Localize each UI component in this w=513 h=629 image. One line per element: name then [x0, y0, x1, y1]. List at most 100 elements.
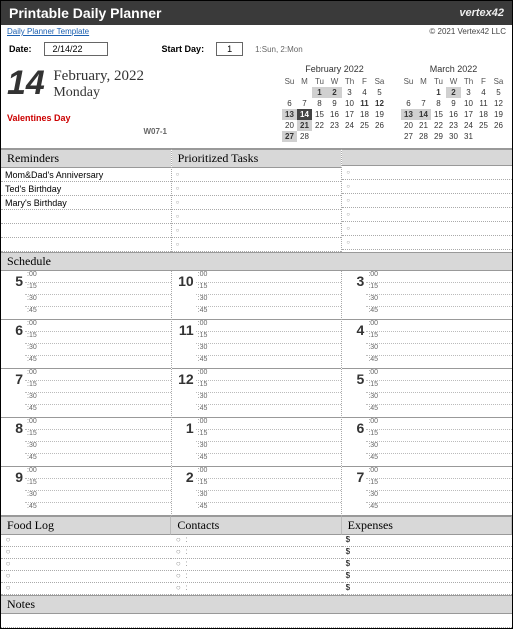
task-row[interactable]: ○	[342, 180, 512, 194]
reminder-row[interactable]	[1, 210, 171, 224]
quarter-row[interactable]: :15	[366, 332, 512, 344]
startday-input[interactable]: 1	[216, 42, 243, 56]
quarter-row[interactable]: :30	[196, 442, 342, 454]
contacts-row[interactable]: ○:	[171, 535, 341, 547]
date-input[interactable]: 2/14/22	[44, 42, 108, 56]
task-row[interactable]: ○	[342, 236, 512, 250]
contacts-row[interactable]: ○:	[171, 583, 341, 595]
food-row[interactable]: ○	[1, 583, 171, 595]
task-row[interactable]: ○	[172, 224, 342, 238]
quarter-row[interactable]: :30	[25, 491, 171, 503]
quarter-row[interactable]: :45	[196, 307, 342, 319]
quarter-row[interactable]: :45	[196, 503, 342, 515]
task-row[interactable]: ○	[172, 210, 342, 224]
quarter-row[interactable]: :15	[25, 283, 171, 295]
expenses-row[interactable]: $	[342, 547, 512, 559]
quarter-row[interactable]: :00	[25, 467, 171, 479]
quarter-row[interactable]: :00	[366, 418, 512, 430]
food-row[interactable]: ○	[1, 559, 171, 571]
quarter-row[interactable]: :15	[25, 430, 171, 442]
notes-area[interactable]	[1, 614, 512, 628]
expenses-row[interactable]: $	[342, 535, 512, 547]
quarter-row[interactable]: :45	[366, 405, 512, 417]
expenses-row[interactable]: $	[342, 571, 512, 583]
task-row[interactable]: ○	[342, 208, 512, 222]
quarter-row[interactable]: :30	[25, 344, 171, 356]
reminder-row[interactable]	[1, 224, 171, 238]
quarter-row[interactable]: :30	[366, 344, 512, 356]
quarter-row[interactable]: :45	[366, 454, 512, 466]
quarter-row[interactable]: :15	[196, 332, 342, 344]
quarter-row[interactable]: :00	[196, 320, 342, 332]
quarter-row[interactable]: :30	[366, 491, 512, 503]
food-row[interactable]: ○	[1, 547, 171, 559]
quarter-row[interactable]: :45	[196, 405, 342, 417]
quarter-row[interactable]: :45	[25, 454, 171, 466]
quarter-row[interactable]: :15	[366, 381, 512, 393]
expenses-row[interactable]: $	[342, 583, 512, 595]
quarter-row[interactable]: :30	[366, 393, 512, 405]
quarter-row[interactable]: :15	[366, 283, 512, 295]
quarter-row[interactable]: :45	[25, 356, 171, 368]
reminder-row[interactable]: Mary's Birthday	[1, 196, 171, 210]
quarter-row[interactable]: :30	[196, 344, 342, 356]
quarter-row[interactable]: :30	[25, 442, 171, 454]
task-row[interactable]: ○	[172, 182, 342, 196]
quarter-row[interactable]: :15	[196, 430, 342, 442]
quarter-row[interactable]: :00	[366, 271, 512, 283]
contacts-row[interactable]: ○:	[171, 571, 341, 583]
quarter-row[interactable]: :00	[366, 320, 512, 332]
quarter-row[interactable]: :45	[25, 503, 171, 515]
contacts-row[interactable]: ○:	[171, 547, 341, 559]
quarter-row[interactable]: :00	[25, 271, 171, 283]
quarter-row[interactable]: :00	[196, 271, 342, 283]
quarter-row[interactable]: :15	[25, 381, 171, 393]
quarter-row[interactable]: :00	[25, 369, 171, 381]
quarter-row[interactable]: :15	[196, 381, 342, 393]
cal-day: 19	[372, 109, 387, 120]
quarter-row[interactable]: :00	[366, 467, 512, 479]
quarter-row[interactable]: :45	[25, 405, 171, 417]
reminder-row[interactable]: Ted's Birthday	[1, 182, 171, 196]
task-row[interactable]: ○	[172, 238, 342, 252]
reminder-row[interactable]: Mom&Dad's Anniversary	[1, 168, 171, 182]
quarter-row[interactable]: :15	[25, 479, 171, 491]
food-row[interactable]: ○	[1, 571, 171, 583]
quarter-row[interactable]: :15	[196, 479, 342, 491]
quarter-row[interactable]: :45	[366, 356, 512, 368]
quarter-row[interactable]: :00	[196, 418, 342, 430]
food-row[interactable]: ○	[1, 535, 171, 547]
quarter-row[interactable]: :30	[196, 393, 342, 405]
expenses-row[interactable]: $	[342, 559, 512, 571]
quarter-row[interactable]: :00	[196, 467, 342, 479]
quarter-row[interactable]: :45	[196, 356, 342, 368]
contacts-row[interactable]: ○:	[171, 559, 341, 571]
quarter-row[interactable]: :00	[196, 369, 342, 381]
task-row[interactable]: ○	[342, 194, 512, 208]
hour-block: 4:00:15:30:45	[342, 320, 512, 369]
startday-hint: 1:Sun, 2:Mon	[255, 45, 303, 54]
task-row[interactable]: ○	[342, 222, 512, 236]
task-row[interactable]: ○	[172, 196, 342, 210]
quarter-row[interactable]: :45	[366, 307, 512, 319]
task-row[interactable]: ○	[342, 166, 512, 180]
quarter-row[interactable]: :30	[196, 491, 342, 503]
quarter-row[interactable]: :30	[196, 295, 342, 307]
quarter-row[interactable]: :00	[25, 320, 171, 332]
template-link[interactable]: Daily Planner Template	[1, 25, 95, 38]
quarter-row[interactable]: :15	[25, 332, 171, 344]
quarter-row[interactable]: :00	[366, 369, 512, 381]
quarter-row[interactable]: :45	[366, 503, 512, 515]
quarter-row[interactable]: :45	[196, 454, 342, 466]
quarter-row[interactable]: :30	[366, 442, 512, 454]
quarter-row[interactable]: :30	[366, 295, 512, 307]
quarter-row[interactable]: :15	[196, 283, 342, 295]
quarter-row[interactable]: :15	[366, 430, 512, 442]
quarter-row[interactable]: :30	[25, 295, 171, 307]
reminder-row[interactable]	[1, 238, 171, 252]
task-row[interactable]: ○	[172, 168, 342, 182]
quarter-row[interactable]: :45	[25, 307, 171, 319]
quarter-row[interactable]: :00	[25, 418, 171, 430]
quarter-row[interactable]: :30	[25, 393, 171, 405]
quarter-row[interactable]: :15	[366, 479, 512, 491]
